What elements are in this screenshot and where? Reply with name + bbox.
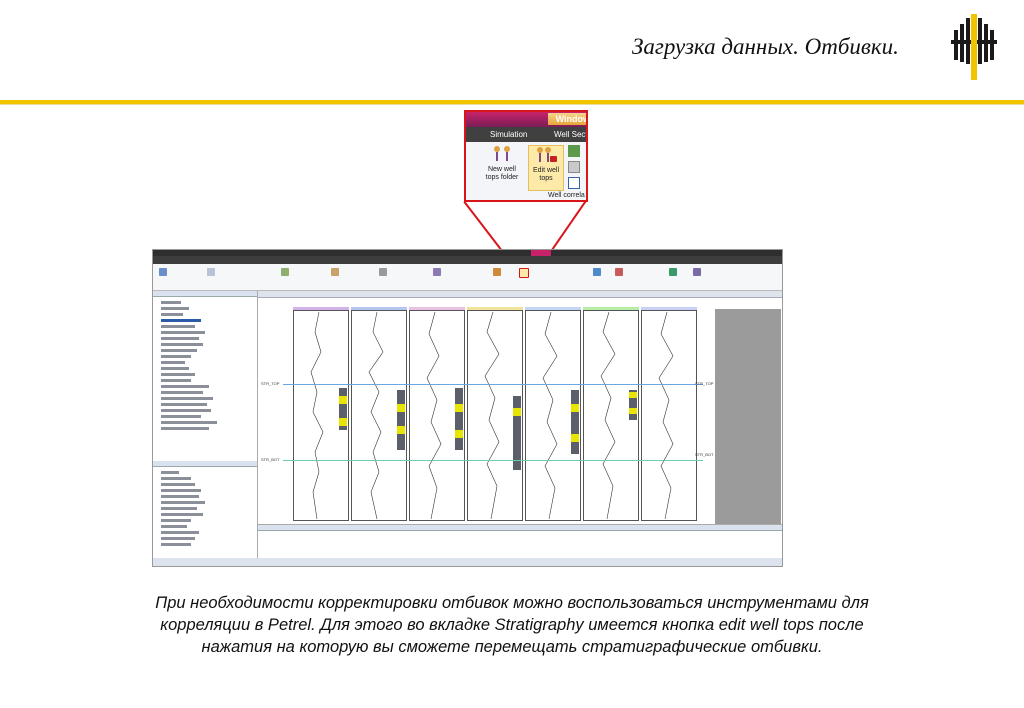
tab-simulation[interactable]: Simulation xyxy=(490,127,527,142)
slide-caption: При необходимости корректировки отбивок … xyxy=(155,594,869,656)
new-well-tops-folder-button[interactable]: New well tops folder xyxy=(482,145,522,189)
grid-icon[interactable] xyxy=(568,161,580,173)
company-logo xyxy=(951,14,997,80)
str-bot-label-right: STR_BOT xyxy=(695,452,714,457)
app-ribbon-tabs xyxy=(153,256,782,264)
tab-well-section[interactable]: Well Secti xyxy=(554,127,586,142)
petrel-screenshot: STR_TOP STR_BOT STR_TOP STR_BOT xyxy=(152,249,783,567)
status-bar xyxy=(153,558,782,566)
edit-well-tops-small-button[interactable] xyxy=(519,268,529,278)
window-title-bar: Window xyxy=(466,112,586,127)
panel-icon[interactable] xyxy=(568,145,580,157)
str-top-line xyxy=(283,384,703,385)
app-ribbon xyxy=(153,264,782,291)
input-pane xyxy=(153,291,258,558)
ribbon-zoom-callout: Window Simulation Well Secti New well to… xyxy=(464,110,588,202)
str-top-label-left: STR_TOP xyxy=(261,381,280,386)
table-icon[interactable] xyxy=(568,177,580,189)
ribbon-tabs: Simulation Well Secti xyxy=(466,127,586,142)
edit-well-tops-button[interactable]: Edit well tops xyxy=(528,145,564,191)
edit-well-tops-icon xyxy=(537,147,557,162)
str-bot-line xyxy=(283,460,703,461)
window-label: Window xyxy=(548,113,586,125)
str-bot-label-left: STR_BOT xyxy=(261,457,280,462)
str-top-label-right: STR_TOP xyxy=(695,381,714,386)
ribbon-body: New well tops folder Edit well tops Well… xyxy=(466,142,586,200)
well-tops-folder-icon xyxy=(494,146,510,161)
ribbon-group-label: Well correla xyxy=(548,192,585,199)
message-log-pane xyxy=(258,524,782,559)
slide-title: Загрузка данных. Отбивки. xyxy=(632,34,899,59)
